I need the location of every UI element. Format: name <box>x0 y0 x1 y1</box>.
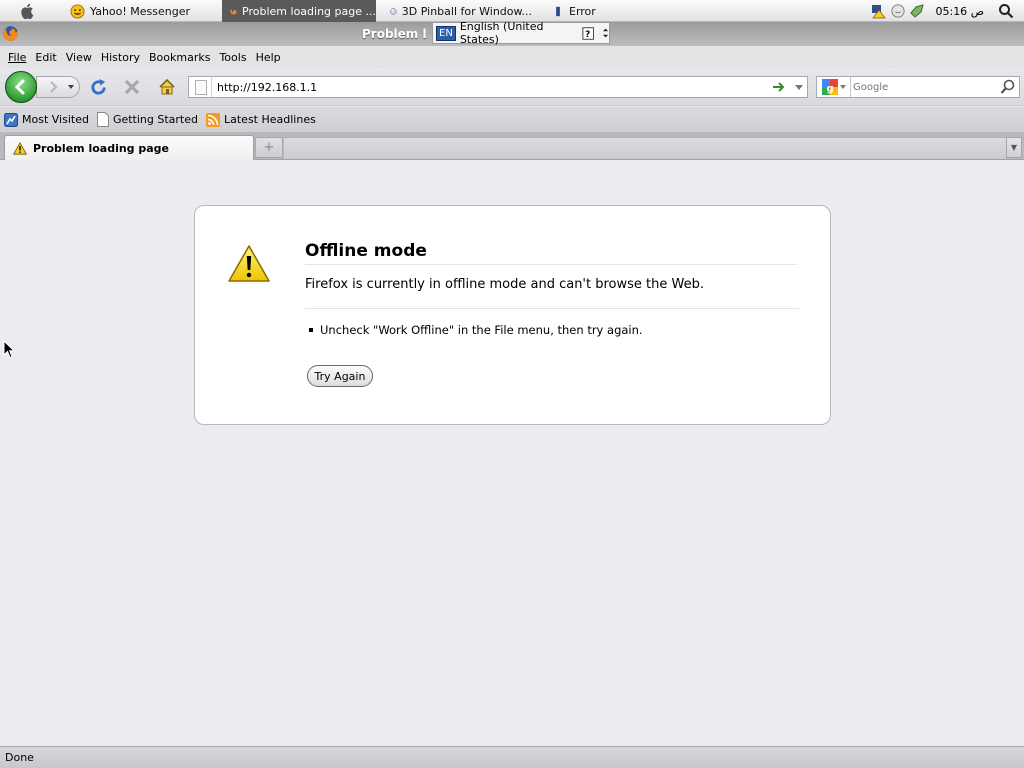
divider <box>305 308 799 309</box>
smiley-icon <box>70 3 85 19</box>
plus-icon: + <box>263 140 275 155</box>
task-error[interactable]: Error <box>544 0 624 22</box>
search-input[interactable] <box>853 79 993 95</box>
window-title: Problem l <box>362 27 427 41</box>
bookmark-label: Getting Started <box>112 113 198 126</box>
search-bar[interactable]: g <box>816 76 1020 98</box>
go-arrow-icon[interactable] <box>772 81 786 93</box>
engine-dropdown-icon <box>839 84 846 89</box>
task-label: Problem loading page ... <box>242 4 376 18</box>
history-dropdown-icon[interactable] <box>67 83 75 91</box>
bookmark-most-visited[interactable]: Most Visited <box>4 112 89 127</box>
error-description: Firefox is currently in offline mode and… <box>305 277 704 292</box>
language-dropdown-icon[interactable] <box>602 26 609 40</box>
google-icon: g <box>821 79 838 95</box>
back-button[interactable] <box>5 71 37 103</box>
menu-help[interactable]: Help <box>255 51 289 64</box>
firefox-icon <box>230 7 237 15</box>
update-icon[interactable] <box>909 3 925 19</box>
menu-view[interactable]: View <box>65 51 100 64</box>
menu-bookmarks[interactable]: Bookmarks <box>148 51 218 64</box>
home-button[interactable] <box>157 77 177 97</box>
forward-arrow-icon <box>50 81 58 93</box>
bookmark-getting-started[interactable]: Getting Started <box>96 112 198 127</box>
reload-icon <box>90 78 106 95</box>
error-page-container: Offline mode Firefox is currently in off… <box>194 205 831 425</box>
firefox-app-icon[interactable] <box>2 25 19 42</box>
menu-bar: File Edit View History Bookmarks Tools H… <box>0 46 1024 68</box>
tab-strip-space <box>284 137 1006 159</box>
status-text: Done <box>5 751 34 764</box>
stop-button[interactable] <box>122 77 142 97</box>
language-label: English (United States) <box>459 20 544 46</box>
tab-label: Problem loading page <box>33 141 170 155</box>
mouse-cursor-icon <box>3 340 15 359</box>
network-warning-icon[interactable] <box>871 3 887 19</box>
task-pinball[interactable]: 3D Pinball for Window... <box>382 0 532 22</box>
rss-feed-icon <box>206 112 220 127</box>
task-label: Error <box>569 4 596 18</box>
page-favicon-icon <box>195 80 207 95</box>
bookmark-latest-headlines[interactable]: Latest Headlines <box>206 112 316 127</box>
page-content: Offline mode Firefox is currently in off… <box>0 161 1024 745</box>
system-tray: 05:16 ص <box>871 0 1024 22</box>
most-visited-icon <box>4 112 18 127</box>
task-firefox[interactable]: Problem loading page ... <box>222 0 376 22</box>
svg-text:?: ? <box>585 30 590 40</box>
error-title: Offline mode <box>305 241 797 265</box>
pinball-icon <box>390 7 397 15</box>
error-icon <box>556 6 560 16</box>
magnifier-icon[interactable] <box>1000 79 1016 95</box>
warning-icon <box>228 245 270 282</box>
list-all-tabs-button[interactable]: ▼ <box>1006 137 1022 158</box>
page-icon <box>96 112 109 127</box>
bullet <box>309 328 313 332</box>
menu-history[interactable]: History <box>100 51 148 64</box>
bookmark-label: Latest Headlines <box>224 113 316 126</box>
task-yahoo-messenger[interactable]: Yahoo! Messenger <box>62 0 212 22</box>
menu-tools[interactable]: Tools <box>218 51 254 64</box>
clock: 05:16 ص <box>935 4 984 18</box>
search-engine-selector[interactable]: g <box>817 77 851 97</box>
status-bar: Done <box>0 746 1024 768</box>
help-icon[interactable]: ? <box>581 26 594 41</box>
svg-text:g: g <box>826 84 833 95</box>
search-icon[interactable] <box>998 3 1014 19</box>
menu-edit[interactable]: Edit <box>34 51 64 64</box>
reload-button[interactable] <box>88 77 108 97</box>
try-again-button[interactable]: Try Again <box>307 365 373 387</box>
url-bar[interactable]: http://192.168.1.1 <box>188 76 808 98</box>
error-hint-item: Uncheck "Work Offline" in the File menu,… <box>309 323 643 337</box>
task-label: Yahoo! Messenger <box>90 4 191 18</box>
language-selector[interactable]: EN English (United States) ? <box>432 20 610 46</box>
error-hint: Uncheck "Work Offline" in the File menu,… <box>320 323 643 337</box>
taskbar: Yahoo! Messenger Problem loading page ..… <box>0 0 1024 22</box>
bookmark-label: Most Visited <box>22 113 89 126</box>
menu-file[interactable]: File <box>7 51 34 64</box>
language-badge: EN <box>436 25 456 41</box>
url-text[interactable]: http://192.168.1.1 <box>217 81 317 94</box>
back-arrow-icon <box>14 79 25 95</box>
task-label: 3D Pinball for Window... <box>401 4 532 18</box>
apple-menu-icon[interactable] <box>18 2 38 20</box>
new-tab-button[interactable]: + <box>255 137 283 158</box>
tab-problem-loading[interactable]: Problem loading page <box>4 135 254 160</box>
messenger-status-icon[interactable] <box>891 4 906 18</box>
bookmarks-toolbar: Most Visited Getting Started Latest Head… <box>0 107 1024 132</box>
tab-strip: Problem loading page + ▼ <box>0 132 1024 160</box>
chevron-down-icon: ▼ <box>1010 143 1018 152</box>
stop-icon <box>124 79 140 95</box>
warning-icon <box>13 141 27 155</box>
navigation-toolbar: http://192.168.1.1 g <box>0 68 1024 106</box>
forward-button[interactable] <box>36 76 80 98</box>
home-icon <box>159 78 175 95</box>
url-dropdown-icon[interactable] <box>795 85 803 91</box>
